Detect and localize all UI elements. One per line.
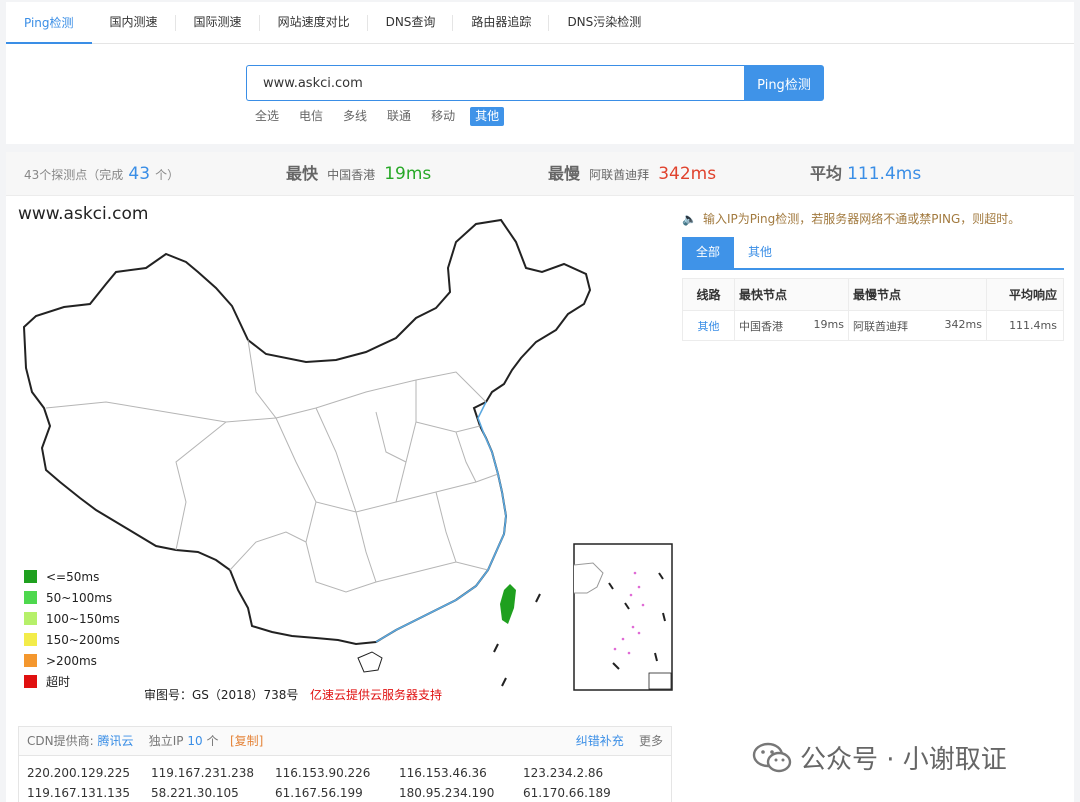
ip-row: 220.200.129.225 119.167.231.238 116.153.… <box>27 766 604 780</box>
domain-input[interactable] <box>246 65 744 101</box>
ip-list: 220.200.129.225 119.167.231.238 116.153.… <box>18 756 672 802</box>
filter-telecom[interactable]: 电信 <box>294 107 328 126</box>
ip-row: 119.167.131.135 58.221.30.105 61.167.56.… <box>27 786 611 800</box>
result-tab-other[interactable]: 其他 <box>734 237 786 268</box>
filter-all[interactable]: 全选 <box>250 107 284 126</box>
tab-dns-query[interactable]: DNS查询 <box>368 2 454 44</box>
ping-check-button[interactable]: Ping检测 <box>744 65 824 101</box>
cdn-provider-link[interactable]: 腾讯云 <box>97 734 133 748</box>
tool-tabs: Ping检测 国内测速 国际测速 网站速度对比 DNS查询 路由器追踪 DNS污… <box>6 2 1074 44</box>
stats-bar: 43个探测点（完成 43 个） 最快 中国香港 19ms 最慢 阿联酋迪拜 34… <box>6 152 1074 196</box>
tab-international-speed[interactable]: 国际测速 <box>176 2 260 44</box>
slowest-stat: 最慢 阿联酋迪拜 342ms <box>548 164 717 184</box>
result-tabs: 全部 其他 <box>682 237 1064 270</box>
wechat-watermark: 公众号 · 小谢取证 <box>752 739 1007 776</box>
tab-dns-pollution[interactable]: DNS污染检测 <box>549 2 659 44</box>
table-row: 其他 中国香港 19ms 阿联酋迪拜 342ms 111.4ms <box>682 310 1064 341</box>
tab-domestic-speed[interactable]: 国内测速 <box>92 2 176 44</box>
tab-site-compare[interactable]: 网站速度对比 <box>260 2 368 44</box>
cdn-info-bar: CDN提供商: 腾讯云 独立IP 10 个 [复制] 纠错补充 更多 <box>18 726 672 756</box>
more-link[interactable]: 更多 <box>639 734 663 748</box>
average-stat: 平均 111.4ms <box>810 164 922 184</box>
line-filters: 全选 电信 多线 联通 移动 其他 <box>250 107 508 126</box>
speaker-icon: 🔈 <box>682 212 697 226</box>
hainan-island <box>357 651 383 673</box>
legend-item: 100~150ms <box>24 608 120 629</box>
wechat-icon <box>752 742 792 772</box>
filter-multiline[interactable]: 多线 <box>338 107 372 126</box>
filter-mobile[interactable]: 移动 <box>426 107 460 126</box>
results-card: 43个探测点（完成 43 个） 最快 中国香港 19ms 最慢 阿联酋迪拜 34… <box>6 152 1074 802</box>
line-link-other[interactable]: 其他 <box>682 310 735 341</box>
ping-notice: 🔈 输入IP为Ping检测，若服务器网络不通或禁PING，则超时。 <box>682 212 1021 226</box>
tab-traceroute[interactable]: 路由器追踪 <box>453 2 550 44</box>
correct-supplement-link[interactable]: 纠错补充 <box>576 734 624 748</box>
table-header-row: 线路 最快节点 最慢节点 平均响应 <box>682 278 1064 311</box>
south-china-sea-inset-map <box>573 543 673 691</box>
summary-table: 线路 最快节点 最慢节点 平均响应 其他 中国香港 19ms 阿联酋迪拜 342… <box>682 278 1064 341</box>
map-approval-number: 审图号：GS（2018）738号 <box>144 688 299 702</box>
tab-ping[interactable]: Ping检测 <box>6 2 92 44</box>
legend-item: >200ms <box>24 650 120 671</box>
search-row: Ping检测 <box>246 65 824 101</box>
latency-legend: <=50ms 50~100ms 100~150ms 150~200ms >200… <box>24 566 120 692</box>
legend-item: 超时 <box>24 671 120 692</box>
fastest-stat: 最快 中国香港 19ms <box>286 164 432 184</box>
node-count: 43个探测点（完成 43 个） <box>24 164 180 184</box>
legend-item: <=50ms <box>24 566 120 587</box>
copy-ip-button[interactable]: [复制] <box>230 734 263 748</box>
result-tab-all[interactable]: 全部 <box>682 237 734 268</box>
nodes-done-count: 43 <box>128 164 151 184</box>
legend-item: 150~200ms <box>24 629 120 650</box>
ping-toolbar-card: Ping检测 国内测速 国际测速 网站速度对比 DNS查询 路由器追踪 DNS污… <box>6 2 1074 144</box>
legend-item: 50~100ms <box>24 587 120 608</box>
taiwan-island <box>500 584 516 624</box>
filter-other[interactable]: 其他 <box>470 107 505 126</box>
filter-unicom[interactable]: 联通 <box>382 107 416 126</box>
server-support-link[interactable]: 亿速云提供云服务器支持 <box>310 686 442 703</box>
